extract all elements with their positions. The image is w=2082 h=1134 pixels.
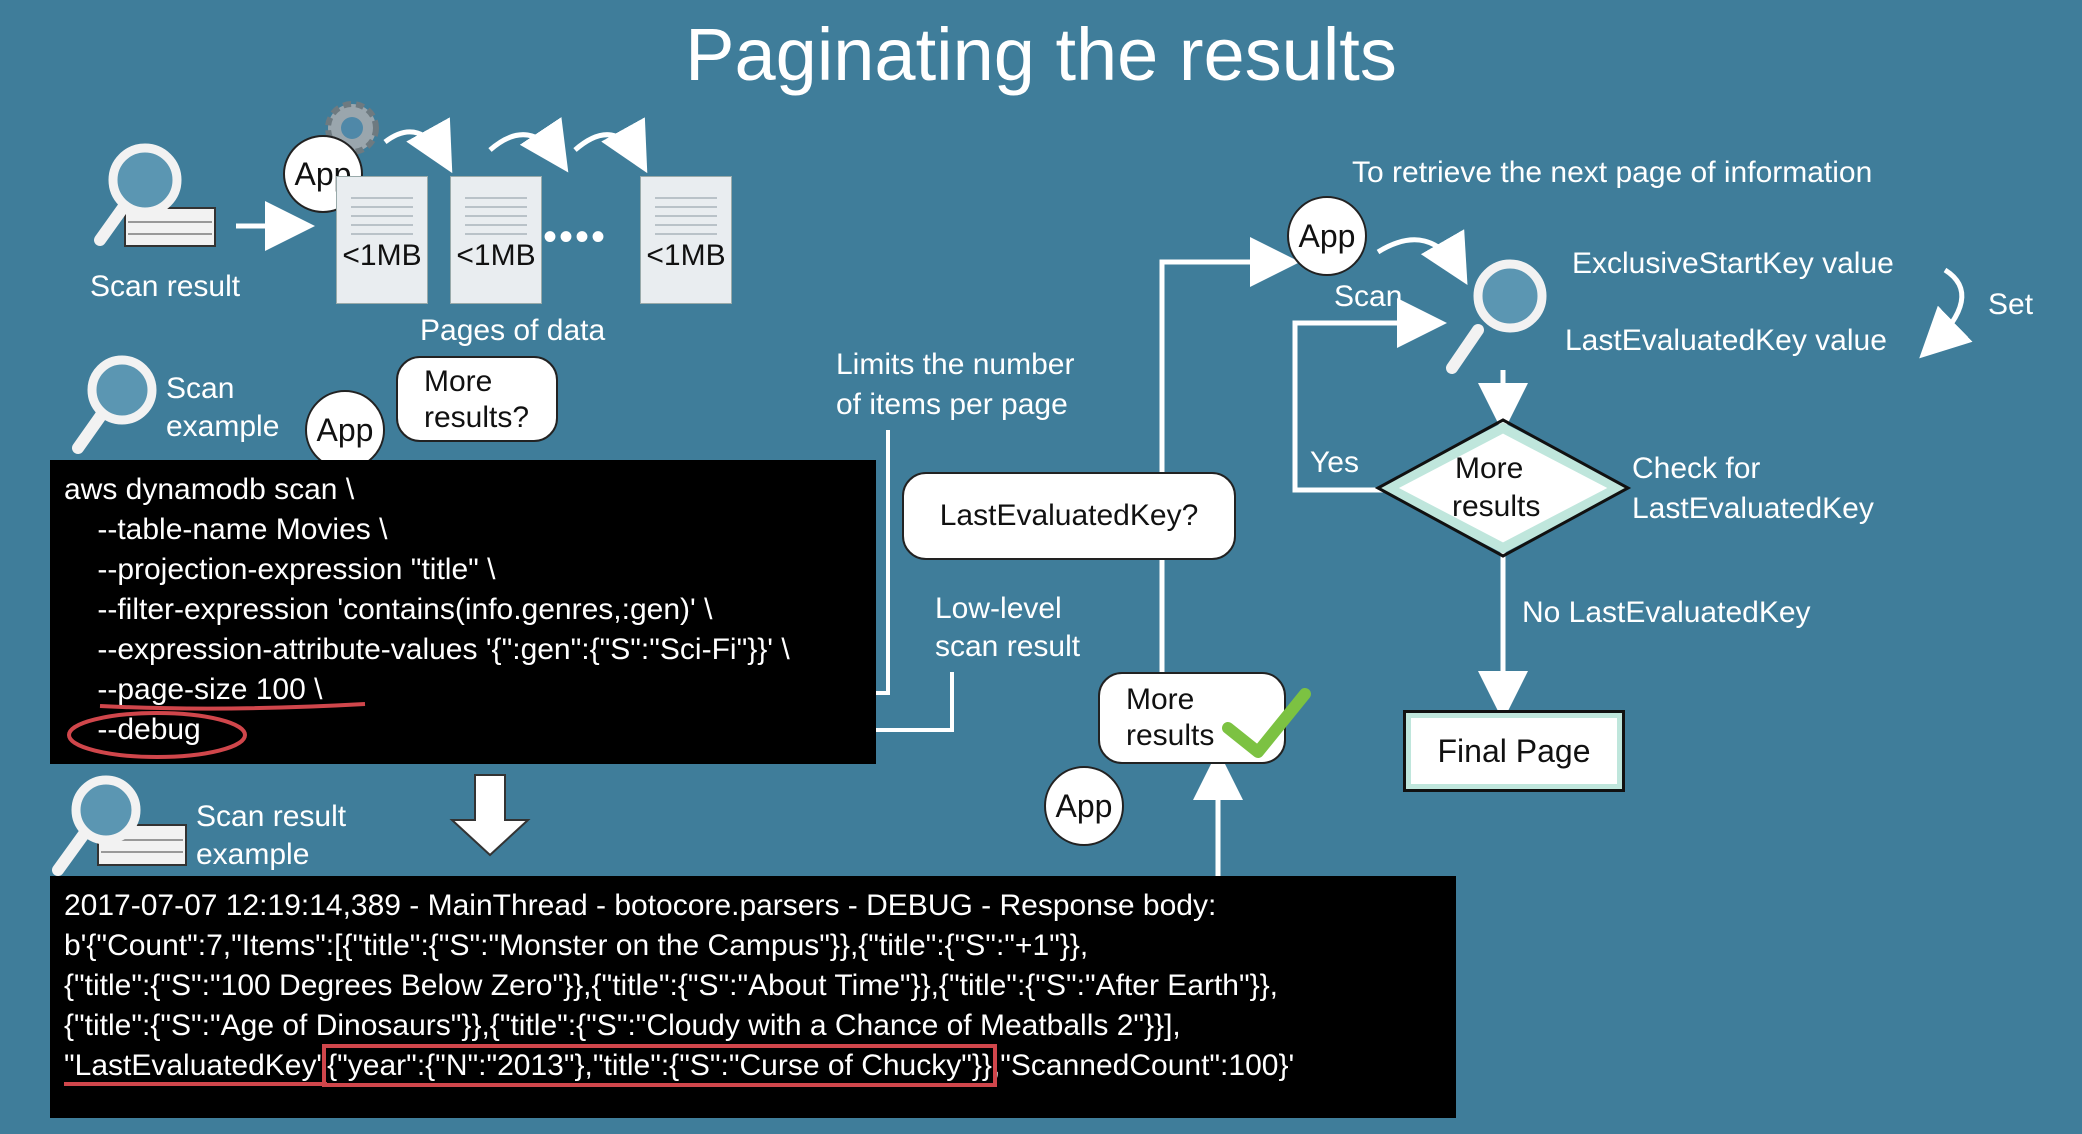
- check-for-label-2: LastEvaluatedKey: [1632, 492, 1874, 525]
- final-page-box: Final Page: [1403, 710, 1625, 792]
- final-page-label: Final Page: [1437, 732, 1591, 769]
- check-for-label-1: Check for: [1632, 452, 1761, 485]
- diamond-label-2: results: [1452, 490, 1541, 523]
- diamond-label-1: More: [1455, 452, 1524, 485]
- decision-diamond: [1374, 418, 1632, 558]
- no-last-evaluated-key-label: No LastEvaluatedKey: [1522, 596, 1811, 629]
